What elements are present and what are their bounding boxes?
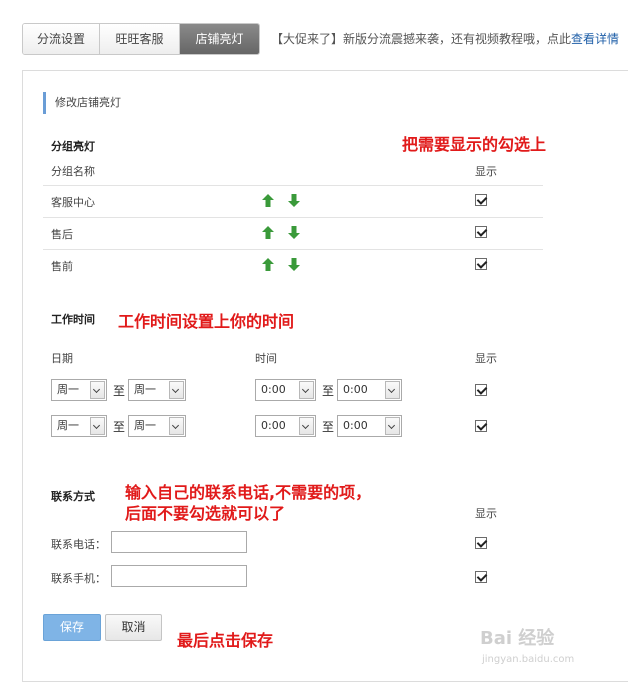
move-up-arrow-icon[interactable] [262, 226, 274, 239]
mobile-show-checkbox[interactable] [475, 571, 487, 583]
to-time-value: 0:00 [343, 383, 368, 396]
group-show-checkbox[interactable] [475, 258, 487, 270]
range-separator: 至 [322, 420, 335, 434]
tab-bar: 分流设置 旺旺客服 店铺亮灯 [22, 23, 260, 55]
range-separator: 至 [113, 384, 126, 398]
work-time-show-checkbox[interactable] [475, 420, 487, 432]
save-button[interactable]: 保存 [43, 614, 101, 641]
section-title: 修改店铺亮灯 [43, 92, 121, 114]
mobile-input[interactable] [111, 565, 247, 587]
from-day-value: 周一 [57, 419, 79, 432]
to-day-select[interactable]: 周一 [128, 415, 186, 437]
chevron-down-icon [169, 381, 184, 399]
from-time-select[interactable]: 0:00 [255, 415, 316, 437]
from-day-select[interactable]: 周一 [51, 415, 107, 437]
phone-input[interactable] [111, 531, 247, 553]
group-name-column-header: 分组名称 [51, 165, 95, 178]
chevron-down-icon [90, 417, 105, 435]
cancel-button[interactable]: 取消 [105, 614, 162, 641]
promo-notice-text: 【大促来了】新版分流震撼来袭，还有视频教程哦，点此 [271, 32, 572, 46]
date-column-header: 日期 [51, 352, 73, 365]
to-day-value: 周一 [134, 419, 156, 432]
settings-panel [22, 70, 628, 682]
watermark-url: jingyan.baidu.com [482, 654, 575, 665]
to-time-select[interactable]: 0:00 [337, 379, 402, 401]
contact-show-column-header: 显示 [475, 507, 497, 520]
contact-heading: 联系方式 [51, 490, 95, 503]
chevron-down-icon [385, 417, 400, 435]
annotation-groups: 把需要显示的勾选上 [402, 135, 547, 154]
from-day-value: 周一 [57, 383, 79, 396]
group-name-pre-sales: 售前 [51, 260, 73, 273]
move-down-arrow-icon[interactable] [288, 226, 300, 239]
to-time-value: 0:00 [343, 419, 368, 432]
move-down-arrow-icon[interactable] [288, 194, 300, 207]
view-details-link[interactable]: 查看详情 [571, 32, 619, 46]
chevron-down-icon [90, 381, 105, 399]
mobile-label: 联系手机： [51, 572, 106, 585]
group-name-after-sales: 售后 [51, 228, 73, 241]
work-time-heading: 工作时间 [51, 313, 95, 326]
time-column-header: 时间 [255, 352, 277, 365]
range-separator: 至 [322, 384, 335, 398]
chevron-down-icon [385, 381, 400, 399]
annotation-work-time: 工作时间设置上你的时间 [118, 312, 295, 331]
chevron-down-icon [169, 417, 184, 435]
phone-label: 联系电话： [51, 538, 106, 551]
groups-show-column-header: 显示 [475, 165, 497, 178]
group-show-checkbox[interactable] [475, 194, 487, 206]
annotation-contact-line2: 后面不要勾选就可以了 [125, 504, 286, 523]
work-time-show-checkbox[interactable] [475, 384, 487, 396]
watermark-logo: Bai 经验 [480, 628, 555, 649]
divider [43, 185, 543, 186]
divider [43, 217, 543, 218]
work-time-show-column-header: 显示 [475, 352, 497, 365]
tab-shop-light[interactable]: 店铺亮灯 [180, 24, 259, 54]
from-time-select[interactable]: 0:00 [255, 379, 316, 401]
range-separator: 至 [113, 420, 126, 434]
promo-notice: 【大促来了】新版分流震撼来袭，还有视频教程哦，点此查看详情 [271, 30, 619, 47]
phone-show-checkbox[interactable] [475, 537, 487, 549]
from-time-value: 0:00 [261, 383, 286, 396]
move-up-arrow-icon[interactable] [262, 194, 274, 207]
from-time-value: 0:00 [261, 419, 286, 432]
tab-wangwang-service[interactable]: 旺旺客服 [100, 24, 180, 54]
group-show-checkbox[interactable] [475, 226, 487, 238]
from-day-select[interactable]: 周一 [51, 379, 107, 401]
groups-heading: 分组亮灯 [51, 140, 95, 153]
chevron-down-icon [299, 417, 314, 435]
to-day-select[interactable]: 周一 [128, 379, 186, 401]
chevron-down-icon [299, 381, 314, 399]
to-time-select[interactable]: 0:00 [337, 415, 402, 437]
tab-traffic-settings[interactable]: 分流设置 [23, 24, 100, 54]
annotation-save: 最后点击保存 [177, 631, 274, 650]
move-up-arrow-icon[interactable] [262, 258, 274, 271]
move-down-arrow-icon[interactable] [288, 258, 300, 271]
group-name-service-center: 客服中心 [51, 196, 95, 209]
to-day-value: 周一 [134, 383, 156, 396]
divider [43, 249, 543, 250]
